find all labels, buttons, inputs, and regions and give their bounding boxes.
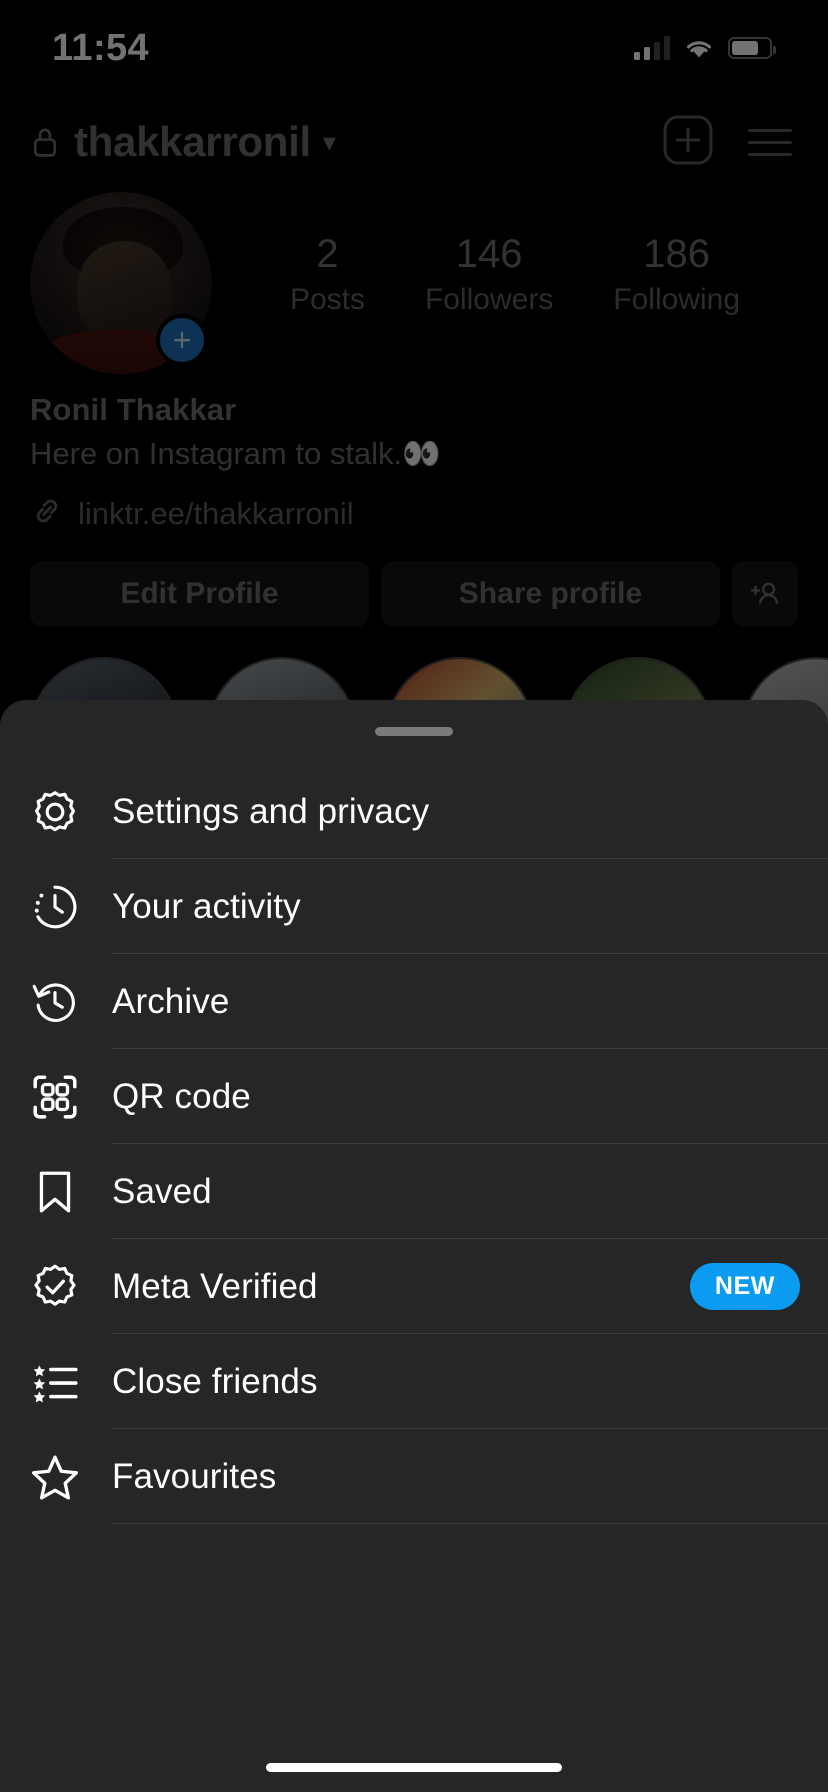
settings-bottom-sheet: Settings and privacy Your activity Archi… [0,700,828,1792]
menu-item-label: Your activity [112,886,301,926]
star-icon [30,1452,112,1502]
qr-code-icon [30,1072,112,1122]
menu-item-label: Saved [112,1171,212,1211]
menu-item-close-friends[interactable]: Close friends [0,1334,828,1429]
status-badge: NEW [689,1263,800,1310]
menu-item-settings-and-privacy[interactable]: Settings and privacy [0,764,828,859]
bookmark-icon [30,1167,112,1217]
menu-item-favourites[interactable]: Favourites [0,1429,828,1524]
menu-item-label: Settings and privacy [112,791,430,831]
menu-item-label: Meta Verified [112,1266,318,1306]
menu-item-your-activity[interactable]: Your activity [0,859,828,954]
gear-icon [30,787,112,837]
menu-item-archive[interactable]: Archive [0,954,828,1049]
divider [112,1523,828,1524]
home-indicator[interactable] [266,1763,562,1772]
menu-item-meta-verified[interactable]: Meta Verified NEW [0,1239,828,1334]
close-friends-icon [30,1357,112,1407]
settings-menu-list: Settings and privacy Your activity Archi… [0,764,828,1524]
activity-clock-icon [30,882,112,932]
menu-item-label: Archive [112,981,230,1021]
phone-screen: 11:54 [0,0,828,1792]
drag-handle[interactable] [375,727,453,736]
menu-item-label: Close friends [112,1361,318,1401]
menu-item-qr-code[interactable]: QR code [0,1049,828,1144]
menu-item-saved[interactable]: Saved [0,1144,828,1239]
verified-badge-icon [30,1262,112,1312]
menu-item-label: Favourites [112,1456,277,1496]
menu-item-label: QR code [112,1076,251,1116]
archive-clock-icon [30,977,112,1027]
